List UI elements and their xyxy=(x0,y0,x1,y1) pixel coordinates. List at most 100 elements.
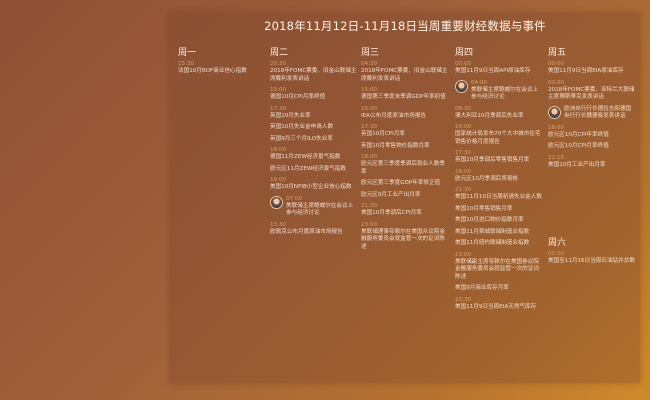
event-time: 20:30 xyxy=(270,61,287,67)
event-body: 04:00 美联储主席鲍威尔在会议上参与经济讨论 xyxy=(471,80,543,102)
event-text: 美国11月9日当周API原油库存 xyxy=(455,68,531,74)
event-item: 15:00 德国10月CPI月率终值 xyxy=(270,87,358,102)
event-text: 法国10月BOF商业信心指数 xyxy=(178,68,247,74)
event-item: 15:30 法国10月BOF商业信心指数 xyxy=(178,61,266,76)
event-item: 欧元区第三季度GDP年率修正值 xyxy=(361,180,449,188)
event-item: 欧元区9月工业产出月率 xyxy=(361,192,449,200)
speaker-avatar xyxy=(548,105,561,119)
event-text: IEA公布月度原油市场报告 xyxy=(361,112,426,119)
event-time: 22:15 xyxy=(548,154,565,161)
event-text: 澳大利亚10月季调后失业率 xyxy=(455,112,524,119)
event-text: 美国11月纽约联储制造业指数 xyxy=(455,240,530,246)
event-time: 23:30 xyxy=(455,296,472,303)
event-item: 04:30 2018年FOMC票委、旧金山联储主席戴利发表讲话 xyxy=(361,61,449,83)
event-time: 00:00 xyxy=(548,79,565,86)
event-text: 美国11月10日当周初请失业金人数 xyxy=(455,194,542,200)
column-monday: 周一 15:30 法国10月BOF商业信心指数 xyxy=(178,45,266,80)
event-item: 18:00 欧元区10月季调后贸易帐 xyxy=(455,169,543,184)
event-time: 15:00 xyxy=(270,87,287,93)
event-item: 15:00 德国第三季度未季调GDP年率初值 xyxy=(361,87,449,102)
event-text: 美联储主席鲍威尔在会议上参与经济讨论 xyxy=(471,86,539,101)
event-text: 美国10月工业产出月率 xyxy=(548,161,606,168)
event-item: 16:00 IEA公布月度原油市场报告 xyxy=(361,106,449,121)
event-item: 美国11月纽约联储制造业指数 xyxy=(455,240,543,248)
event-text: 英国10月零售物价指数月率 xyxy=(361,142,430,149)
event-text: 英国10月季调后零售销售月率 xyxy=(455,157,530,163)
event-text: 美国10月零售销售月率 xyxy=(455,205,513,212)
event-body: 07:00 美联储主席鲍威尔在会议上参与经济讨论 xyxy=(286,196,358,218)
event-text: 2018年FOMC票委、亚特兰大联储主席博斯蒂克发表讲话 xyxy=(548,86,635,101)
event-text: 英国9月三个月ILO失业率 xyxy=(270,135,333,142)
event-text: 欧洲央行行长德拉吉和德国央行行长魏德曼发表讲话 xyxy=(564,105,632,120)
event-time: 23:00 xyxy=(455,251,472,258)
event-item: 23:00 美联储副主席夸赖尔在美国参议院金融服务委员会就监管一次的证词陈述 xyxy=(455,252,543,282)
event-text: 欧元区第三季度季调后就业人数季率 xyxy=(361,161,445,175)
event-time: 15:30 xyxy=(178,61,195,67)
event-time: 18:00 xyxy=(270,147,287,153)
event-item: 欧元区10月CPI月率终值 xyxy=(548,143,636,151)
event-time: 18:00 xyxy=(361,154,378,160)
event-text: 德国第三季度未季调GDP年率初值 xyxy=(361,94,446,100)
event-item: 美国10月零售销售月率 xyxy=(455,206,543,214)
event-text: 美国10月NFIB小型企业信心指数 xyxy=(270,184,352,190)
event-time: 15:00 xyxy=(361,87,378,93)
event-item: 19:00 美国10月NFIB小型企业信心指数 xyxy=(270,177,358,192)
event-text: 美国11月费城联储制造业指数 xyxy=(455,228,530,235)
event-item: 07:00 美联储主席鲍威尔在会议上参与经济讨论 xyxy=(270,195,358,218)
page-title: 2018年11月12日-11月18日当周重要财经数据与事件 xyxy=(264,19,546,33)
event-time: 17:30 xyxy=(455,150,472,156)
event-text: 英国10月CPI月率 xyxy=(361,131,406,137)
event-text: 欧元区10月CPI月率终值 xyxy=(548,143,609,149)
event-item: 17:30 英国10月CPI月率 xyxy=(361,124,449,139)
event-item: 英国10月失业金申请人数 xyxy=(270,124,358,132)
event-time: 10:00 xyxy=(455,124,472,130)
event-item: 18:00 德国11月ZEW经济景气指数 xyxy=(270,147,358,162)
event-time: 21:30 xyxy=(361,203,378,209)
event-text: 美联储主席鲍威尔在会议上参与经济讨论 xyxy=(286,202,354,217)
event-time: 04:30 xyxy=(361,61,378,67)
event-text: 美国9月商业库存月率 xyxy=(455,285,509,291)
event-text: 德国11月ZEW经济景气指数 xyxy=(270,154,341,160)
event-item: 美国10月进口物价指数月率 xyxy=(455,217,543,225)
event-item: 英国9月三个月ILO失业率 xyxy=(270,136,358,144)
event-item: 18:00 欧元区10月CPI年率终值 xyxy=(548,125,636,140)
event-text: 2018年FOMC票委、旧金山联储主席戴利发表讲话 xyxy=(270,68,357,82)
event-text: 国家统计局发布70个大中城市住宅销售价格月度报告 xyxy=(455,131,541,145)
event-item: 17:30 英国10月季调后零售销售月率 xyxy=(455,150,543,165)
event-text: 德国10月CPI月率终值 xyxy=(270,94,326,100)
event-time: 23:00 xyxy=(361,221,378,228)
event-item: 00:00 美国11月9日当周API原油库存 xyxy=(455,61,543,76)
event-item: 04:00 美联储主席鲍威尔在会议上参与经济讨论 xyxy=(455,79,543,102)
event-text: 美联储理事夸赖尔在美国众议院金融服务委员会就监管一次的证词陈述 xyxy=(361,228,445,250)
event-text: 美联储副主席夸赖尔在美国参议院金融服务委员会就监管一次的证词陈述 xyxy=(455,258,539,280)
event-text: 美国11月9日当周EIA原油库存 xyxy=(548,68,624,74)
event-item: 英国10月零售物价指数月率 xyxy=(361,143,449,151)
event-time: 00:00 xyxy=(548,61,565,67)
event-item: 23:30 美国11月9日当周EIA天然气库存 xyxy=(455,297,543,312)
day-label: 周六 xyxy=(548,238,567,248)
event-time: 17:30 xyxy=(270,105,287,112)
event-item: 00:00 美国11月9日当周EIA原油库存 xyxy=(548,61,636,76)
event-time: 02:00 xyxy=(548,251,565,257)
column-saturday: 周六 02:00 美国至11月16日当周石油钻井总数 xyxy=(548,235,636,270)
event-text: 2018年FOMC票委、旧金山联储主席戴利发表讲话 xyxy=(361,68,448,82)
event-time: 00:00 xyxy=(455,61,472,67)
event-item: 13:30 欧佩克公布月度原油市场报告 xyxy=(270,222,358,237)
day-label: 周二 xyxy=(270,48,289,58)
column-tuesday: 周二 20:30 2018年FOMC票委、旧金山联储主席戴利发表讲话 15:00 德国1… xyxy=(270,45,358,240)
event-text: 美国至11月16日当周石油钻井总数 xyxy=(548,258,635,264)
day-label: 周四 xyxy=(455,48,474,58)
event-time: 16:00 xyxy=(361,105,378,112)
event-item: 20:30 2018年FOMC票委、旧金山联储主席戴利发表讲话 xyxy=(270,61,358,83)
event-item: 23:00 美联储理事夸赖尔在美国众议院金融服务委员会就监管一次的证词陈述 xyxy=(361,222,449,252)
event-text: 欧元区第三季度GDP年率修正值 xyxy=(361,180,441,186)
event-item: 17:30 英国10月失业率 xyxy=(270,106,358,121)
event-time: 18:00 xyxy=(455,168,472,175)
event-time: 19:00 xyxy=(270,177,287,183)
event-text: 美国10月进口物价指数月率 xyxy=(455,217,524,223)
event-text: 英国10月失业率 xyxy=(270,112,311,119)
event-time: 18:00 xyxy=(548,124,565,131)
event-item: 21:30 美国11月10日当周初请失业金人数 xyxy=(455,187,543,202)
day-label: 周一 xyxy=(178,48,197,58)
event-body: 欧洲央行行长德拉吉和德国央行行长魏德曼发表讲话 xyxy=(564,106,636,121)
